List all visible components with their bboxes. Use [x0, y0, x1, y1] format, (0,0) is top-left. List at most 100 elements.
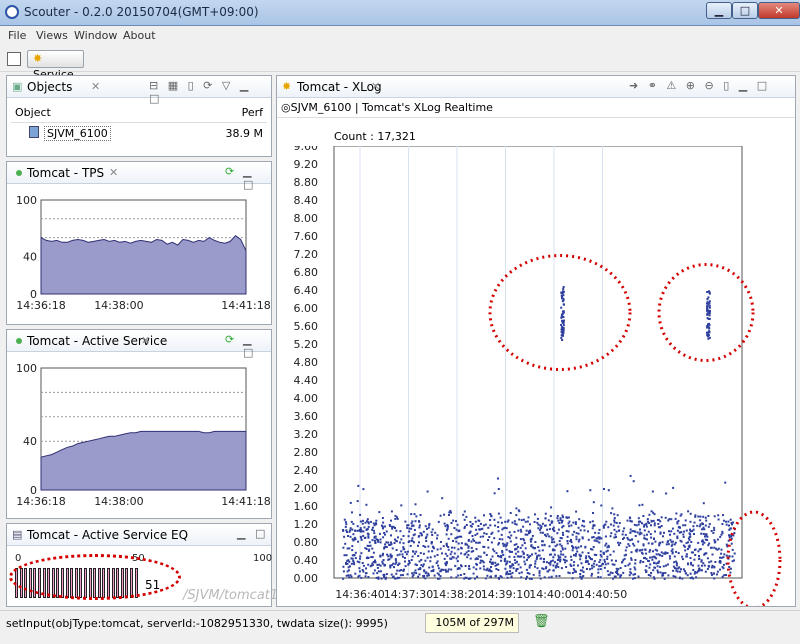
- maximize-button[interactable]: □: [732, 2, 758, 19]
- xlog-point: [493, 492, 496, 495]
- xlog-point: [360, 552, 363, 555]
- xlog-point: [704, 516, 707, 519]
- xlog-point: [462, 513, 465, 516]
- xlog-point: [359, 513, 362, 516]
- xlog-point: [406, 524, 409, 527]
- xlog-point: [482, 565, 485, 568]
- xlog-point: [343, 535, 346, 538]
- window-title: Scouter - 0.2.0 20150704(GMT+09:00): [24, 5, 259, 19]
- xlog-point: [470, 550, 473, 553]
- xlog-point: [369, 520, 372, 523]
- close-button[interactable]: ✕: [758, 2, 800, 19]
- xlog-point: [424, 559, 427, 562]
- close-icon[interactable]: ✕: [371, 80, 380, 93]
- xlog-point: [707, 544, 710, 547]
- xlog-point: [527, 530, 530, 533]
- xlog-point: [656, 549, 659, 552]
- xlog-point: [401, 555, 404, 558]
- object-row[interactable]: SJVM_6100 38.9 M: [11, 124, 267, 144]
- xlog-point: [407, 563, 410, 566]
- xlog-point: [497, 477, 499, 480]
- xlog-point: [653, 538, 655, 540]
- refresh-icon[interactable]: ⟳: [225, 165, 237, 178]
- menu-views[interactable]: Views: [36, 29, 68, 42]
- menu-file[interactable]: File: [8, 29, 26, 42]
- active-service-tab[interactable]: Tomcat - Active Service ✕ ⟳ ▁ □: [7, 330, 271, 359]
- minimize-button[interactable]: ▁: [706, 2, 732, 19]
- xlog-point: [619, 542, 622, 545]
- xlog-point: [359, 520, 362, 523]
- xlog-point: [524, 533, 527, 536]
- xlog-point: [721, 575, 724, 578]
- xlog-point: [685, 572, 688, 575]
- xlog-point: [520, 530, 523, 533]
- eq-tab[interactable]: ▤ Tomcat - Active Service EQ ▁ □: [7, 524, 271, 546]
- xlog-point: [695, 576, 698, 579]
- xlog-point: [413, 552, 416, 555]
- xlog-point: [707, 515, 710, 517]
- xlog-point: [611, 572, 614, 575]
- xlog-point: [497, 521, 500, 524]
- x-tick-label: 14:41:18: [221, 495, 270, 508]
- close-icon[interactable]: ✕: [141, 334, 150, 347]
- xlog-point: [505, 527, 508, 530]
- xlog-point: [622, 571, 625, 574]
- y-tick-label: 1.60: [294, 500, 319, 513]
- xlog-point: [564, 555, 567, 558]
- close-icon[interactable]: ✕: [109, 166, 118, 179]
- service-perspective-button[interactable]: ✸ Service: [27, 50, 84, 81]
- xlog-point: [515, 547, 518, 550]
- close-icon[interactable]: ✕: [91, 80, 100, 93]
- xlog-point: [373, 539, 376, 542]
- xlog-point: [643, 525, 645, 528]
- xlog-point: [597, 532, 600, 535]
- xlog-point: [660, 525, 663, 527]
- xlog-point: [651, 558, 654, 561]
- xlog-point: [419, 552, 422, 555]
- xlog-point: [511, 563, 514, 566]
- xlog-point: [469, 557, 472, 560]
- xlog-point: [650, 519, 653, 522]
- xlog-point: [456, 536, 459, 539]
- trash-icon[interactable]: 🗑: [533, 614, 550, 629]
- xlog-point: [483, 546, 486, 548]
- xlog-point: [450, 533, 453, 536]
- xlog-point: [455, 540, 458, 543]
- xlog-point: [445, 542, 448, 545]
- column-perf[interactable]: Perf: [242, 106, 263, 119]
- panel-window-icons[interactable]: ▁ □: [237, 527, 268, 540]
- xlog-tab[interactable]: ✸ Tomcat - XLog ✕ ➜ ⚭ ⚠ ⊕ ⊖ ▯ ▁ □: [277, 76, 795, 98]
- xlog-point: [475, 528, 478, 531]
- objects-toolbar-icons[interactable]: ⊟ ▦ ▯ ⟳ ▽ ▁ □: [149, 79, 271, 105]
- xlog-point: [431, 550, 434, 553]
- xlog-toolbar-icons[interactable]: ➜ ⚭ ⚠ ⊕ ⊖ ▯ ▁ □: [629, 79, 770, 92]
- xlog-point: [516, 555, 519, 558]
- xlog-point: [567, 530, 570, 533]
- xlog-point: [722, 556, 725, 559]
- xlog-point: [387, 541, 390, 544]
- xlog-point: [700, 532, 703, 535]
- xlog-point: [623, 527, 626, 530]
- xlog-point: [633, 577, 636, 580]
- xlog-point: [354, 529, 357, 532]
- column-object[interactable]: Object: [15, 106, 51, 119]
- refresh-icon[interactable]: ⟳: [225, 333, 237, 346]
- xlog-point: [494, 524, 497, 527]
- xlog-point: [378, 532, 381, 535]
- xlog-point: [555, 575, 558, 578]
- xlog-point: [644, 548, 647, 551]
- xlog-point: [399, 530, 402, 533]
- xlog-point: [692, 569, 695, 571]
- tps-tab[interactable]: Tomcat - TPS ✕ ⟳ ▁ □: [7, 162, 271, 191]
- xlog-point: [454, 564, 457, 567]
- xlog-point: [543, 558, 545, 560]
- xlog-point: [379, 555, 382, 558]
- memory-indicator: 105M of 297M: [425, 613, 519, 633]
- xlog-point: [360, 536, 363, 539]
- objects-tab[interactable]: ▣ Objects ✕ ⊟ ▦ ▯ ⟳ ▽ ▁ □: [7, 76, 271, 105]
- menu-window[interactable]: Window: [74, 29, 117, 42]
- xlog-point: [689, 528, 691, 531]
- perspective-icon[interactable]: [7, 52, 21, 66]
- star-icon: ✸: [33, 52, 43, 65]
- menu-about[interactable]: About: [123, 29, 156, 42]
